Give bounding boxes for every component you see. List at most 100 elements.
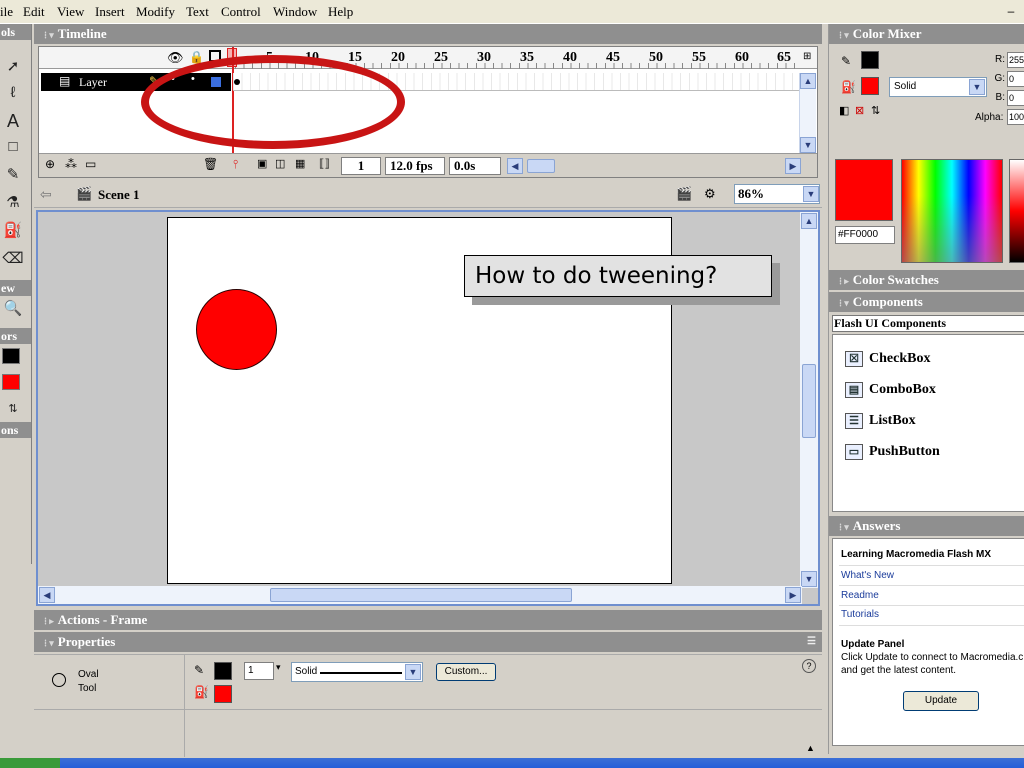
g-input[interactable]: 0 — [1007, 71, 1024, 87]
scroll-left-icon[interactable]: ◀ — [507, 158, 523, 174]
menu-modify[interactable]: Modify — [136, 4, 175, 20]
stage-canvas[interactable]: How to do tweening? — [167, 217, 772, 584]
modify-onion-markers-icon[interactable]: ⟦⟧ — [319, 157, 330, 170]
swap-colors-icon[interactable]: ⇅ — [871, 104, 880, 117]
menu-text[interactable]: Text — [186, 4, 209, 20]
r-input[interactable]: 255 — [1007, 52, 1024, 68]
scroll-down-icon[interactable]: ▼ — [800, 137, 816, 153]
arrow-tool-icon[interactable]: ➚ — [2, 56, 24, 78]
answers-header[interactable]: ⁞ ▾ Answers — [829, 516, 1024, 536]
hscroll-thumb[interactable] — [270, 588, 572, 602]
add-guide-layer-icon[interactable]: ⁂ — [65, 157, 77, 171]
menu-file[interactable]: ile — [0, 4, 13, 20]
timeline-header[interactable]: ⁞ ▾ Timeline — [34, 24, 822, 44]
swap-colors-icon[interactable]: ⇅ — [2, 398, 24, 420]
vscroll-thumb[interactable] — [802, 364, 816, 438]
edit-multiple-frames-icon[interactable]: ▦ — [295, 157, 305, 170]
color-spectrum[interactable] — [901, 159, 1003, 263]
timeline-hscroll-thumb[interactable] — [527, 159, 555, 173]
stroke-color-swatch[interactable] — [214, 662, 232, 680]
whats-new-link[interactable]: What's New — [841, 570, 894, 581]
menu-help[interactable]: Help — [328, 4, 353, 20]
fill-color-swatch[interactable] — [214, 685, 232, 703]
menu-view[interactable]: View — [57, 4, 84, 20]
frame-rate[interactable]: 12.0 fps — [385, 157, 445, 175]
scroll-left-icon[interactable]: ◀ — [39, 587, 55, 603]
stroke-style-select[interactable]: Solid ▼ — [291, 662, 423, 682]
insert-layer-icon[interactable]: ⊕ — [45, 157, 55, 171]
stroke-size-input[interactable]: 1 — [244, 662, 274, 680]
scroll-right-icon[interactable]: ▶ — [785, 158, 801, 174]
default-colors-icon[interactable]: ◧ — [839, 104, 849, 117]
properties-panel-header[interactable]: ⁞ ▾ Properties ☰ — [34, 632, 822, 652]
scroll-right-icon[interactable]: ▶ — [785, 587, 801, 603]
paint-bucket-tool-icon[interactable]: ⛽ — [2, 220, 24, 242]
text-tool-icon[interactable]: A — [2, 110, 24, 132]
component-checkbox[interactable]: ☒ CheckBox — [845, 349, 930, 369]
stage-text-box[interactable]: How to do tweening? — [464, 255, 772, 297]
tutorials-link[interactable]: Tutorials — [841, 609, 879, 620]
component-combobox[interactable]: ▤ ComboBox — [845, 380, 936, 400]
frame-view-menu-icon[interactable]: ⊞ — [803, 51, 811, 62]
menu-control[interactable]: Control — [221, 4, 261, 20]
panel-options-icon[interactable]: ☰ — [807, 632, 816, 652]
b-input[interactable]: 0 — [1007, 90, 1024, 106]
chevron-down-icon[interactable]: ▼ — [969, 79, 985, 95]
component-listbox[interactable]: ☰ ListBox — [845, 411, 916, 431]
insert-folder-icon[interactable]: ▭ — [85, 157, 96, 171]
color-swatches-header[interactable]: ⁞ ▸ Color Swatches — [829, 270, 1024, 290]
center-frame-icon[interactable]: ⫯ — [233, 157, 238, 172]
readme-link[interactable]: Readme — [841, 590, 879, 601]
layer-name[interactable]: Layer — [79, 75, 107, 90]
fill-color-swatch[interactable] — [2, 374, 20, 390]
red-circle[interactable] — [196, 289, 277, 370]
onion-outline-icon[interactable]: ◫ — [275, 157, 285, 170]
no-color-icon[interactable]: ⊠ — [855, 104, 864, 117]
components-header[interactable]: ⁞ ▾ Components — [829, 292, 1024, 312]
fill-color-swatch[interactable] — [861, 77, 879, 95]
brightness-slider[interactable] — [1009, 159, 1024, 263]
lasso-tool-icon[interactable]: ℓ — [2, 82, 24, 104]
menu-edit[interactable]: Edit — [23, 4, 45, 20]
custom-button[interactable]: Custom... — [436, 663, 496, 681]
eye-icon[interactable]: 👁 — [167, 50, 184, 66]
edit-symbols-icon[interactable]: ⚙ — [704, 186, 716, 202]
eraser-tool-icon[interactable]: ⌫ — [2, 248, 24, 270]
update-button[interactable]: Update — [903, 691, 979, 711]
zoom-tool-icon[interactable]: 🔍 — [2, 298, 24, 320]
component-set-select[interactable]: Flash UI Components — [832, 315, 1024, 332]
frame-ruler[interactable]: 👁 🔒 1 5 10 15 20 25 30 35 40 45 50 55 60… — [39, 47, 817, 69]
back-arrow-icon[interactable]: ⇦ — [40, 186, 52, 203]
chevron-down-icon[interactable]: ▼ — [803, 186, 819, 202]
stroke-size-dropdown-icon[interactable]: ▾ — [276, 662, 281, 673]
brush-tool-icon[interactable]: ✎ — [2, 164, 24, 186]
scroll-up-icon[interactable]: ▲ — [801, 213, 817, 229]
stage-vscroll[interactable]: ▲ ▼ — [800, 212, 818, 588]
color-mixer-header[interactable]: ⁞ ▾ Color Mixer — [829, 24, 1024, 44]
minimize-button[interactable]: – — [1004, 4, 1018, 18]
stroke-color-swatch[interactable] — [861, 51, 879, 69]
timeline-vscroll[interactable]: ▲ ▼ — [799, 73, 816, 153]
zoom-select[interactable]: 86% ▼ — [734, 184, 820, 204]
edit-scene-icon[interactable]: 🎬 — [676, 186, 692, 202]
help-icon[interactable]: ? — [802, 659, 816, 673]
trash-icon[interactable]: 🗑 — [203, 157, 218, 171]
menu-insert[interactable]: Insert — [95, 4, 125, 20]
component-pushbutton[interactable]: ▭ PushButton — [845, 442, 940, 462]
chevron-down-icon[interactable]: ▼ — [405, 664, 421, 680]
onion-skin-icon[interactable]: ▣ — [257, 157, 267, 170]
scroll-up-icon[interactable]: ▲ — [800, 73, 816, 89]
ink-bottle-tool-icon[interactable]: ⚗ — [2, 192, 24, 214]
stroke-color-swatch[interactable] — [2, 348, 20, 364]
rectangle-tool-icon[interactable]: □ — [2, 136, 24, 158]
alpha-input[interactable]: 100 — [1007, 109, 1024, 125]
menu-window[interactable]: Window — [273, 4, 317, 20]
fill-type-select[interactable]: Solid ▼ — [889, 77, 987, 97]
scene-name[interactable]: Scene 1 — [98, 187, 140, 203]
collapse-icon[interactable]: ▲ — [806, 743, 815, 753]
scroll-down-icon[interactable]: ▼ — [801, 571, 817, 587]
stage-hscroll[interactable]: ◀ ▶ — [38, 586, 802, 604]
hex-input[interactable]: #FF0000 — [835, 226, 895, 244]
actions-panel-header[interactable]: ⁞ ▸ Actions - Frame — [34, 610, 822, 630]
start-button[interactable] — [0, 758, 60, 768]
